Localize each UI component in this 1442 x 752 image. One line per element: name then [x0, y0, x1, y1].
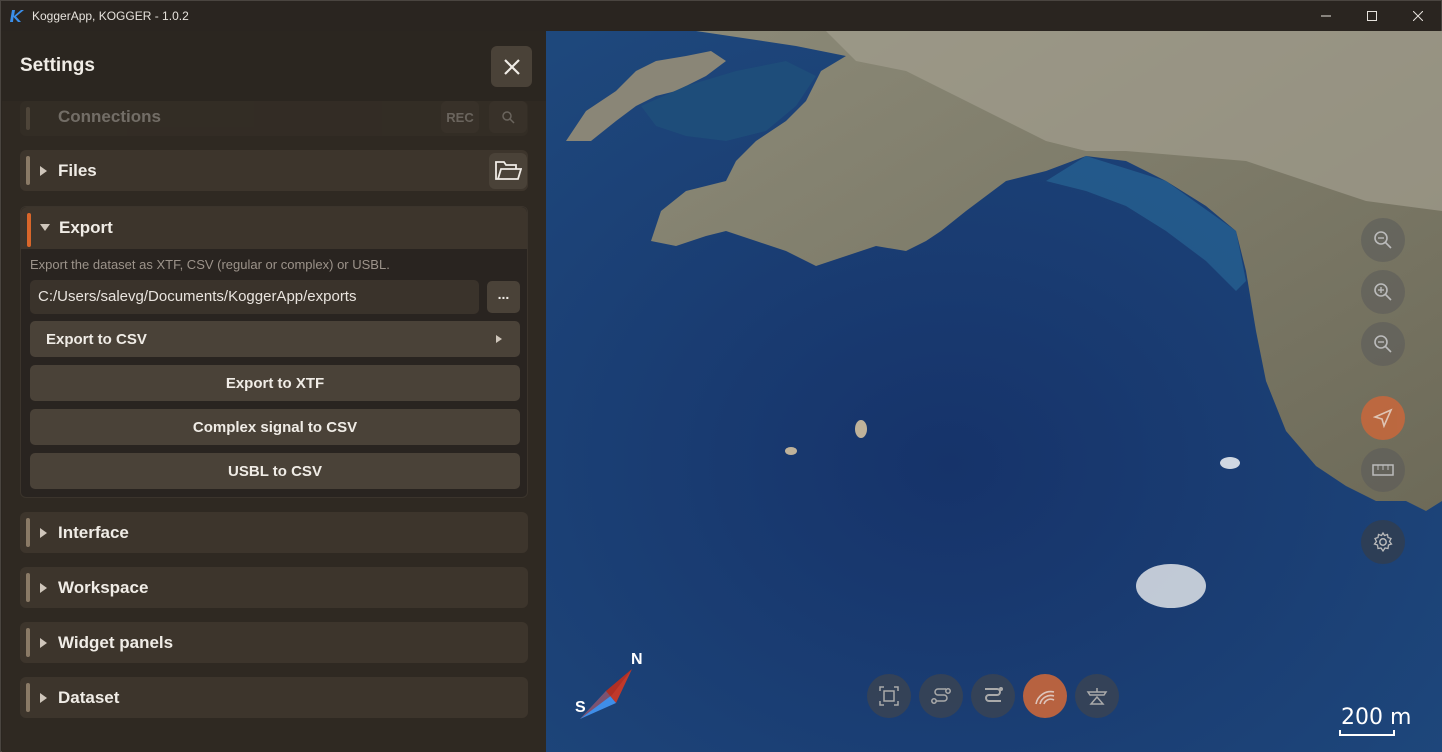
navigate-icon	[1373, 408, 1393, 428]
export-xtf-button[interactable]: Export to XTF	[30, 365, 520, 401]
map-scale-label: 200 m	[1341, 705, 1412, 730]
zoom-out-icon	[1374, 335, 1392, 353]
export-description: Export the dataset as XTF, CSV (regular …	[30, 257, 390, 272]
close-icon	[503, 58, 520, 75]
section-interface[interactable]: Interface	[20, 512, 528, 553]
zoom-in-icon	[1374, 283, 1392, 301]
maximize-button[interactable]	[1349, 1, 1395, 31]
zoom-fit-icon	[1374, 231, 1392, 249]
kogger-logo-icon	[10, 9, 24, 23]
section-widget-panels-label: Widget panels	[58, 632, 174, 652]
complex-signal-csv-button[interactable]: Complex signal to CSV	[30, 409, 520, 445]
close-icon	[1413, 11, 1423, 21]
expand-arrow-icon	[40, 637, 47, 648]
title-bar: KoggerApp, KOGGER - 1.0.2	[1, 1, 1441, 31]
ruler-button[interactable]	[1361, 448, 1405, 492]
section-interface-label: Interface	[58, 522, 129, 542]
frame-button[interactable]	[867, 674, 911, 718]
compass-icon	[580, 669, 632, 719]
sonar-button[interactable]	[1023, 674, 1067, 718]
search-icon	[502, 111, 515, 124]
search-device-button[interactable]	[489, 101, 527, 133]
zoom-out-button[interactable]	[1361, 322, 1405, 366]
window-title: KoggerApp, KOGGER - 1.0.2	[32, 9, 189, 23]
ruler-icon	[1372, 464, 1394, 476]
boat-button[interactable]	[1075, 674, 1119, 718]
expand-arrow-icon	[40, 527, 47, 538]
route-icon	[931, 688, 951, 704]
zoom-in-button[interactable]	[1361, 270, 1405, 314]
expand-arrow-icon	[40, 165, 47, 176]
expand-arrow-icon	[40, 692, 47, 703]
section-export-label: Export	[59, 218, 113, 237]
section-widget-panels[interactable]: Widget panels	[20, 622, 528, 663]
sonar-icon	[1035, 690, 1055, 705]
settings-title: Settings	[20, 55, 95, 76]
compass-north-label: N	[631, 651, 643, 668]
section-connections-label: Connections	[58, 107, 161, 126]
export-csv-button[interactable]: Export to CSV	[30, 321, 520, 357]
section-files[interactable]: Files	[20, 150, 528, 191]
boat-icon	[1086, 688, 1108, 705]
section-connections[interactable]: Connections REC	[20, 101, 528, 136]
maximize-icon	[1367, 11, 1377, 21]
section-dataset[interactable]: Dataset	[20, 677, 528, 718]
folder-icon	[495, 161, 522, 180]
compass-south-label: S	[575, 699, 586, 716]
minimize-icon	[1321, 15, 1331, 17]
rec-button[interactable]: REC	[441, 101, 479, 133]
zoom-fit-button[interactable]	[1361, 218, 1405, 262]
map-scale-bar	[1339, 730, 1395, 736]
expand-arrow-icon	[40, 582, 47, 593]
section-workspace-label: Workspace	[58, 577, 149, 597]
section-export: Export Export the dataset as XTF, CSV (r…	[20, 206, 528, 498]
frame-icon	[879, 686, 899, 706]
close-settings-button[interactable]	[491, 46, 532, 87]
settings-header: Settings	[2, 31, 546, 101]
settings-icon	[1373, 531, 1393, 553]
browse-path-button[interactable]: ...	[487, 281, 520, 313]
track-icon	[985, 687, 1003, 702]
settings-panel: Settings Connections REC Files Export Ex…	[2, 31, 546, 752]
expand-right-icon	[496, 335, 502, 343]
section-workspace[interactable]: Workspace	[20, 567, 528, 608]
collapse-arrow-icon	[40, 224, 50, 231]
minimize-button[interactable]	[1303, 1, 1349, 31]
app-window: KoggerApp, KOGGER - 1.0.2 Settings Conne…	[0, 0, 1442, 752]
open-folder-button[interactable]	[489, 153, 527, 189]
map-view[interactable]: N S 200 m	[546, 31, 1442, 752]
section-files-label: Files	[58, 160, 97, 180]
navigate-button[interactable]	[1361, 396, 1405, 440]
satellite-map-image	[546, 31, 1442, 752]
section-dataset-label: Dataset	[58, 687, 120, 707]
map-settings-button[interactable]	[1361, 520, 1405, 564]
route-button[interactable]	[919, 674, 963, 718]
track-button[interactable]	[971, 674, 1015, 718]
usbl-csv-button[interactable]: USBL to CSV	[30, 453, 520, 489]
section-export-header[interactable]: Export	[21, 207, 527, 249]
export-path-field[interactable]: C:/Users/salevg/Documents/KoggerApp/expo…	[30, 280, 479, 314]
close-window-button[interactable]	[1395, 1, 1441, 31]
